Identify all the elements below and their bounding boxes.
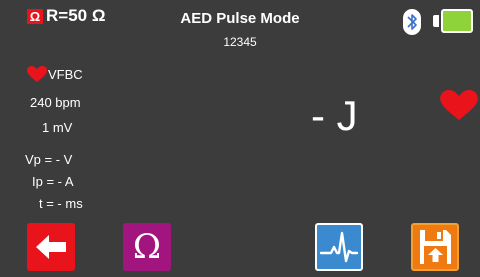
amplitude-value: 1 mV — [42, 120, 73, 135]
back-button[interactable] — [27, 223, 75, 271]
pulse-heart-icon — [440, 90, 478, 127]
back-arrow-icon — [36, 235, 66, 259]
rhythm-label: VFBC — [48, 67, 83, 82]
ohm-icon: Ω — [132, 227, 162, 267]
peak-voltage-value: Vp = - V — [25, 152, 73, 167]
ecg-waveform-icon — [319, 231, 359, 263]
energy-readout: - J — [311, 92, 358, 139]
bluetooth-icon — [403, 9, 421, 35]
heart-rate-value: 240 bpm — [30, 95, 81, 110]
battery-icon — [441, 9, 473, 33]
save-icon — [420, 230, 451, 264]
pulse-duration-value: t = - ms — [39, 196, 83, 211]
heart-icon — [27, 66, 47, 88]
serial-number: 12345 — [223, 35, 257, 49]
resistance-button[interactable]: Ω — [123, 223, 171, 271]
battery-terminal — [433, 15, 439, 27]
peak-current-value: Ip = - A — [32, 174, 74, 189]
waveform-button[interactable] — [315, 223, 363, 271]
save-button[interactable] — [411, 223, 459, 271]
